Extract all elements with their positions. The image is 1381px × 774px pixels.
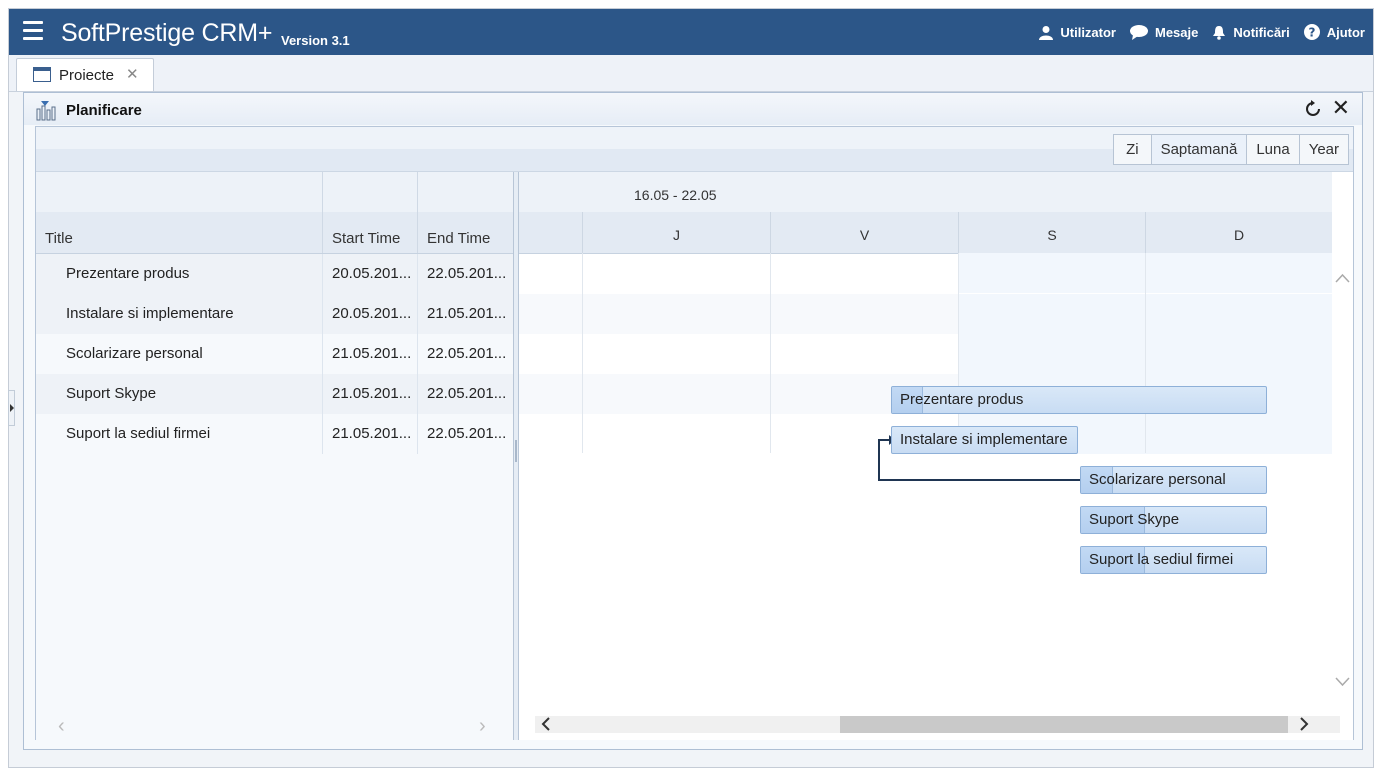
column-header-start-time[interactable]: Start Time bbox=[323, 172, 418, 253]
scroll-down-icon[interactable] bbox=[1335, 677, 1350, 687]
cell-title: Suport Skype bbox=[36, 374, 323, 414]
gantt-toolbar: Zi Saptamană Luna Year bbox=[36, 127, 1353, 172]
table-row[interactable]: Instalare si implementare 20.05.201... 2… bbox=[36, 294, 513, 334]
column-header-start-time-label: Start Time bbox=[332, 230, 401, 247]
cell-title: Instalare si implementare bbox=[36, 294, 323, 334]
day-gridline bbox=[1145, 253, 1146, 453]
cell-end-time: 22.05.201... bbox=[427, 345, 507, 362]
bell-icon bbox=[1213, 25, 1226, 40]
day-column-header: J bbox=[582, 212, 770, 253]
task-grid: Title Start Time End Time Prezentare pro… bbox=[36, 172, 513, 740]
cell-start-time: 20.05.201... bbox=[323, 254, 418, 294]
help-circle-icon: ? bbox=[1303, 24, 1320, 40]
top-nav: Utilizator Mesaje Notificări ? Ajutor bbox=[1025, 9, 1365, 55]
view-month-button[interactable]: Luna bbox=[1246, 135, 1298, 164]
task-bar[interactable]: Prezentare produs bbox=[891, 386, 1267, 414]
task-bar[interactable]: Scolarizare personal bbox=[1080, 466, 1267, 494]
tab-proiecte-label: Proiecte bbox=[59, 67, 115, 84]
task-bar-label: Scolarizare personal bbox=[1089, 471, 1226, 488]
scroll-right-icon[interactable] bbox=[1299, 717, 1309, 731]
horizontal-scrollbar[interactable] bbox=[519, 708, 1353, 740]
top-nav-notifications-label: Notificări bbox=[1233, 24, 1290, 40]
top-nav-messages-label: Mesaje bbox=[1155, 24, 1199, 40]
view-day-button[interactable]: Zi bbox=[1114, 135, 1151, 164]
task-bar-label: Instalare si implementare bbox=[900, 431, 1068, 448]
cell-start-time: 21.05.201... bbox=[323, 334, 418, 374]
task-bar-label: Suport la sediul firmei bbox=[1089, 551, 1234, 568]
planning-panel: Planificare ✕ Zi Saptamană Luna Year Tit… bbox=[23, 92, 1363, 750]
top-nav-help-label: Ajutor bbox=[1326, 24, 1365, 40]
tab-proiecte[interactable]: Proiecte ✕ bbox=[16, 58, 154, 91]
hamburger-menu-icon[interactable] bbox=[23, 21, 43, 43]
top-bar: SoftPrestige CRM+ Version 3.1 Utilizator… bbox=[9, 9, 1373, 55]
grid-scroll-right-icon[interactable]: › bbox=[479, 715, 486, 738]
chat-bubble-icon bbox=[1130, 24, 1148, 40]
panel-close-icon[interactable]: ✕ bbox=[1332, 96, 1350, 120]
table-row[interactable]: Scolarizare personal 21.05.201... 22.05.… bbox=[36, 334, 513, 374]
view-week-button[interactable]: Saptamană bbox=[1150, 135, 1247, 164]
column-header-end-time[interactable]: End Time bbox=[418, 172, 513, 253]
top-nav-notifications[interactable]: Notificări bbox=[1212, 24, 1290, 40]
top-nav-user-label: Utilizator bbox=[1060, 24, 1116, 40]
top-nav-user[interactable]: Utilizator bbox=[1039, 25, 1116, 40]
cell-title: Prezentare produs bbox=[36, 254, 323, 294]
document-tab-strip: Proiecte ✕ bbox=[9, 55, 1373, 92]
task-bar-label: Suport Skype bbox=[1089, 511, 1180, 528]
top-nav-help[interactable]: ? Ajutor bbox=[1303, 24, 1365, 40]
task-grid-body: Prezentare produs 20.05.201... 22.05.201… bbox=[36, 254, 513, 454]
grid-scroll-left-icon[interactable]: ‹ bbox=[58, 715, 65, 738]
cell-end-time: 22.05.201... bbox=[427, 425, 507, 442]
side-panel-toggle[interactable] bbox=[8, 390, 15, 426]
column-header-end-time-label: End Time bbox=[427, 230, 491, 247]
window-icon bbox=[33, 67, 51, 82]
user-icon bbox=[1039, 25, 1054, 40]
view-year-button[interactable]: Year bbox=[1298, 135, 1348, 164]
task-bar[interactable]: Suport la sediul firmei bbox=[1080, 546, 1267, 574]
splitter-grip-icon bbox=[515, 440, 517, 462]
planning-chart-icon bbox=[36, 101, 56, 121]
panel-title: Planificare bbox=[66, 102, 142, 119]
task-bar[interactable]: Suport Skype bbox=[1080, 506, 1267, 534]
task-bar-label: Prezentare produs bbox=[900, 391, 1024, 408]
day-gridline bbox=[770, 253, 771, 453]
refresh-icon[interactable] bbox=[1304, 100, 1322, 118]
top-nav-messages[interactable]: Mesaje bbox=[1130, 24, 1199, 40]
cell-end-time: 22.05.201... bbox=[427, 265, 507, 282]
week-range-label: 16.05 - 22.05 bbox=[634, 187, 717, 203]
tab-close-icon[interactable]: ✕ bbox=[126, 67, 139, 83]
day-gridline bbox=[958, 253, 959, 453]
cell-start-time: 21.05.201... bbox=[323, 414, 418, 454]
cell-title: Scolarizare personal bbox=[36, 334, 323, 374]
gantt-container: Zi Saptamană Luna Year Title Start Time … bbox=[35, 126, 1354, 740]
app-title: SoftPrestige CRM+ bbox=[61, 19, 273, 47]
scroll-left-icon[interactable] bbox=[541, 717, 551, 731]
timeline-header: 16.05 - 22.05 J V S D bbox=[519, 172, 1332, 254]
day-column-header: V bbox=[770, 212, 958, 253]
day-column-header: S bbox=[958, 212, 1145, 253]
cell-start-time: 21.05.201... bbox=[323, 374, 418, 414]
panel-header: Planificare ✕ bbox=[24, 93, 1362, 125]
column-header-title-label: Title bbox=[45, 230, 73, 247]
scroll-up-icon[interactable] bbox=[1335, 273, 1350, 283]
cell-end-time: 22.05.201... bbox=[427, 385, 507, 402]
cell-end-time: 21.05.201... bbox=[427, 305, 507, 322]
view-switcher: Zi Saptamană Luna Year bbox=[1113, 134, 1349, 165]
svg-text:?: ? bbox=[1308, 26, 1315, 40]
horizontal-scroll-track[interactable] bbox=[535, 716, 1340, 733]
day-gridline bbox=[582, 253, 583, 453]
gantt-timeline: 16.05 - 22.05 J V S D Prezentare produs … bbox=[519, 172, 1353, 740]
task-grid-header: Title Start Time End Time bbox=[36, 172, 513, 254]
horizontal-scroll-thumb[interactable] bbox=[840, 716, 1288, 733]
task-bar[interactable]: Instalare si implementare bbox=[891, 426, 1078, 454]
column-header-title[interactable]: Title bbox=[36, 172, 323, 253]
cell-title: Suport la sediul firmei bbox=[36, 414, 323, 454]
table-row[interactable]: Prezentare produs 20.05.201... 22.05.201… bbox=[36, 254, 513, 294]
table-row[interactable]: Suport Skype 21.05.201... 22.05.201... bbox=[36, 374, 513, 414]
cell-start-time: 20.05.201... bbox=[323, 294, 418, 334]
table-row[interactable]: Suport la sediul firmei 21.05.201... 22.… bbox=[36, 414, 513, 454]
app-version: Version 3.1 bbox=[281, 33, 350, 48]
day-column-header: D bbox=[1145, 212, 1332, 253]
vertical-scrollbar[interactable] bbox=[1332, 253, 1353, 708]
